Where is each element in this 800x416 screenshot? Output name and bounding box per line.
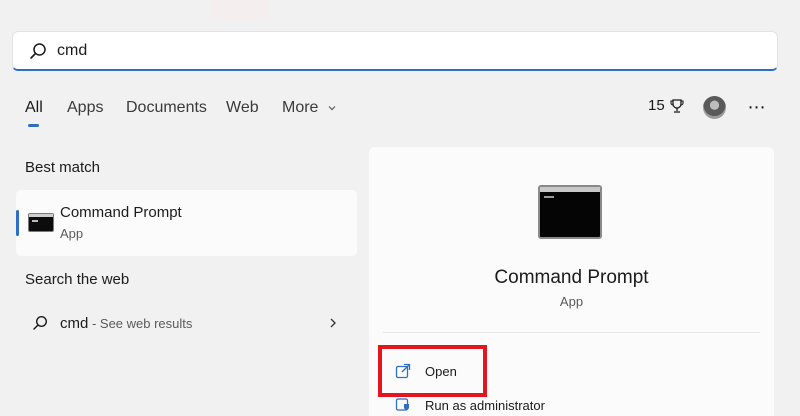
- run-as-admin-label: Run as administrator: [425, 397, 545, 413]
- divider: [383, 332, 760, 333]
- search-icon: [30, 42, 46, 59]
- best-match-subtitle: App: [60, 226, 84, 241]
- shield-icon: [395, 398, 409, 411]
- active-tab-indicator: [28, 124, 39, 127]
- top-band: [0, 0, 800, 26]
- command-prompt-icon: [28, 213, 54, 232]
- web-search-term: cmd - See web results: [60, 315, 192, 332]
- search-icon: [33, 315, 48, 330]
- search-input[interactable]: [57, 41, 657, 60]
- best-match-result[interactable]: Command Prompt App: [16, 190, 357, 256]
- detail-subtitle: App: [559, 294, 584, 309]
- tab-web[interactable]: Web: [226, 99, 259, 117]
- chevron-right-icon: [330, 318, 336, 328]
- points-count: 15: [648, 97, 665, 114]
- search-web-heading: Search the web: [25, 271, 130, 288]
- trophy-icon: [670, 98, 684, 113]
- tab-more-label: More: [282, 99, 319, 116]
- highlight-box: [378, 345, 487, 397]
- web-search-result[interactable]: cmd - See web results: [16, 306, 357, 340]
- avatar[interactable]: [703, 96, 726, 119]
- run-as-admin-action[interactable]: Run as administrator: [395, 397, 545, 413]
- rewards-points[interactable]: 15: [648, 97, 685, 114]
- chevron-down-icon: [328, 105, 336, 111]
- best-match-heading: Best match: [25, 159, 101, 176]
- best-match-title: Command Prompt: [60, 204, 182, 221]
- detail-title: Command Prompt: [494, 267, 649, 288]
- web-term-text: cmd: [60, 315, 89, 332]
- selection-accent: [16, 210, 19, 236]
- search-box[interactable]: [12, 31, 778, 71]
- tab-documents[interactable]: Documents: [126, 99, 207, 117]
- tab-all[interactable]: All: [25, 99, 43, 117]
- web-results-hint: - See web results: [88, 316, 193, 331]
- command-prompt-large-icon: [538, 185, 602, 239]
- tab-apps[interactable]: Apps: [67, 99, 103, 117]
- tab-more[interactable]: More: [282, 99, 337, 117]
- more-options-icon[interactable]: ⋯: [746, 96, 768, 118]
